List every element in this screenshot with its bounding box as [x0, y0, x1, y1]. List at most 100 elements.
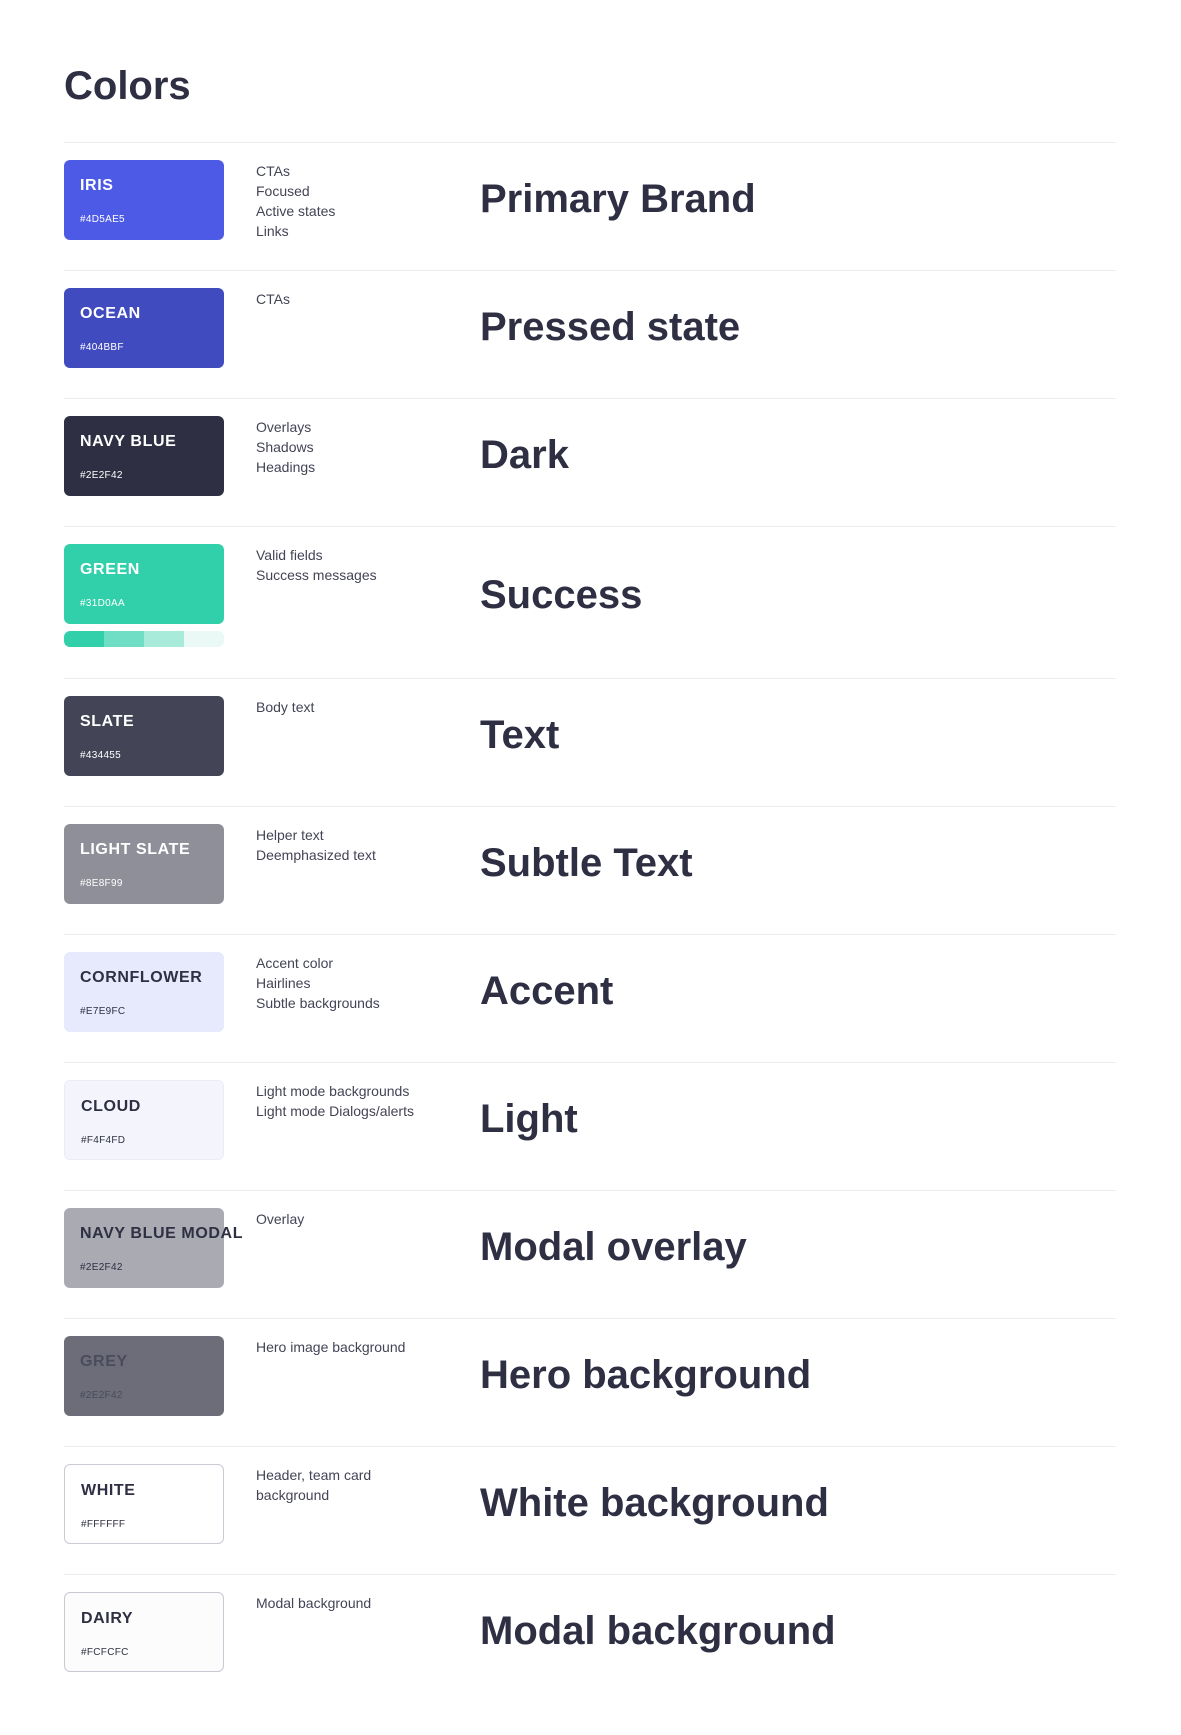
swatch-hex: #2E2F42 — [80, 1262, 123, 1273]
color-swatch: NAVY BLUE #2E2F42 — [64, 416, 224, 496]
color-list: IRIS #4D5AE5 CTAs Focused Active states Links… — [64, 142, 1116, 1702]
color-row: NAVY BLUE #2E2F42 Overlays Shadows Headings D… — [64, 398, 1116, 526]
usage-list: Helper text Deemphasized text — [256, 825, 376, 865]
swatch-name: NAVY BLUE — [80, 433, 177, 450]
usage-item: Light mode backgrounds — [256, 1083, 410, 1099]
usage-item: Header, team card — [256, 1467, 372, 1483]
swatch-hex: #2E2F42 — [80, 470, 123, 481]
usage-item: Deemphasized text — [256, 847, 376, 863]
swatch-hex: #8E8F99 — [80, 878, 123, 889]
swatch-name: GREEN — [80, 561, 140, 578]
tint-step — [104, 631, 144, 647]
swatch-name: CLOUD — [81, 1098, 141, 1115]
usage-item: background — [256, 1487, 330, 1503]
color-swatch: WHITE #FFFFFF — [64, 1464, 224, 1544]
color-row: OCEAN #404BBF CTAs Pressed state — [64, 270, 1116, 398]
usage-item: CTAs — [256, 163, 290, 179]
color-row: CORNFLOWER #E7E9FC Accent color Hairlines Su… — [64, 934, 1116, 1062]
usage-item: Body text — [256, 699, 315, 715]
swatch-name: WHITE — [81, 1482, 136, 1499]
color-role: Primary Brand — [480, 176, 756, 221]
usage-list: Valid fields Success messages — [256, 545, 377, 585]
swatch-hex: #4D5AE5 — [80, 214, 125, 225]
swatch-hex: #F4F4FD — [81, 1135, 126, 1146]
usage-item: Success messages — [256, 567, 377, 583]
color-role: Success — [480, 572, 643, 617]
swatch-hex: #404BBF — [80, 342, 124, 353]
color-swatch: GREEN #31D0AA — [64, 544, 224, 624]
swatch-name: GREY — [80, 1353, 128, 1370]
usage-list: Body text — [256, 697, 314, 717]
tint-scale — [64, 631, 224, 647]
usage-list: Hero image background — [256, 1337, 405, 1357]
usage-list: CTAs — [256, 289, 290, 309]
swatch-hex: #FCFCFC — [81, 1647, 129, 1658]
tint-step — [184, 631, 224, 647]
color-role: Modal background — [480, 1608, 836, 1653]
color-swatch: DAIRY #FCFCFC — [64, 1592, 224, 1672]
color-row: GREEN #31D0AA Valid fields Success messages… — [64, 526, 1116, 678]
usage-item: Active states — [256, 203, 336, 219]
usage-item: Headings — [256, 459, 316, 475]
usage-list: Light mode backgrounds Light mode Dialogs… — [256, 1081, 414, 1121]
usage-item: Hero image background — [256, 1339, 406, 1355]
color-swatch: IRIS #4D5AE5 — [64, 160, 224, 240]
color-swatch: CLOUD #F4F4FD — [64, 1080, 224, 1160]
color-swatch: CORNFLOWER #E7E9FC — [64, 952, 224, 1032]
swatch-name: LIGHT SLATE — [80, 841, 191, 858]
usage-item: Shadows — [256, 439, 314, 455]
usage-item: Accent color — [256, 955, 334, 971]
swatch-hex: #2E2F42 — [80, 1390, 123, 1401]
color-role: Text — [480, 712, 560, 757]
usage-item: Links — [256, 223, 289, 239]
color-swatch: LIGHT SLATE #8E8F99 — [64, 824, 224, 904]
swatch-hex: #E7E9FC — [80, 1006, 126, 1017]
color-role: Subtle Text — [480, 840, 693, 885]
color-row: GREY #2E2F42 Hero image background Hero bac… — [64, 1318, 1116, 1446]
color-row: LIGHT SLATE #8E8F99 Helper text Deemphasize… — [64, 806, 1116, 934]
swatch-name: SLATE — [80, 713, 135, 730]
color-role: Pressed state — [480, 304, 741, 349]
usage-list: Header, team card background — [256, 1465, 371, 1505]
usage-item: Helper text — [256, 827, 324, 843]
usage-list: Overlays Shadows Headings — [256, 417, 315, 477]
swatch-name: DAIRY — [81, 1610, 134, 1627]
usage-item: Overlay — [256, 1211, 305, 1227]
usage-item: Subtle backgrounds — [256, 995, 380, 1011]
usage-item: Valid fields — [256, 547, 323, 563]
color-swatch: GREY #2E2F42 — [64, 1336, 224, 1416]
swatch-hex: #434455 — [80, 750, 122, 761]
color-swatch: NAVY BLUE MODAL #2E2F42 — [64, 1208, 242, 1288]
swatch-hex: #31D0AA — [80, 598, 125, 609]
tint-step — [144, 631, 184, 647]
swatch-name: IRIS — [80, 177, 114, 194]
color-swatch: OCEAN #404BBF — [64, 288, 224, 368]
usage-item: CTAs — [256, 291, 290, 307]
color-role: Hero background — [480, 1352, 812, 1397]
usage-item: Light mode Dialogs/alerts — [256, 1103, 414, 1119]
color-row: CLOUD #F4F4FD Light mode backgrounds Light … — [64, 1062, 1116, 1190]
color-role: Dark — [480, 432, 569, 477]
usage-item: Focused — [256, 183, 310, 199]
swatch-name: OCEAN — [80, 305, 141, 322]
color-swatch: SLATE #434455 — [64, 696, 224, 776]
usage-item: Overlays — [256, 419, 312, 435]
usage-list: Modal background — [256, 1593, 371, 1613]
swatch-name: NAVY BLUE MODAL — [80, 1225, 244, 1242]
color-row: DAIRY #FCFCFC Modal background Modal backgr… — [64, 1574, 1116, 1702]
color-role: Modal overlay — [480, 1224, 747, 1269]
usage-item: Hairlines — [256, 975, 311, 991]
usage-item: Modal background — [256, 1595, 372, 1611]
color-role: White background — [480, 1480, 829, 1525]
color-row: WHITE #FFFFFF Header, team card background W… — [64, 1446, 1116, 1574]
usage-list: Accent color Hairlines Subtle backgrounds — [256, 953, 380, 1013]
swatch-name: CORNFLOWER — [80, 969, 203, 986]
color-role: Light — [480, 1096, 578, 1141]
tint-step — [64, 631, 104, 647]
color-role: Accent — [480, 968, 614, 1013]
usage-list: CTAs Focused Active states Links — [256, 161, 335, 241]
page-title: Colors — [64, 64, 191, 108]
swatch-hex: #FFFFFF — [81, 1519, 126, 1530]
color-row: IRIS #4D5AE5 CTAs Focused Active states Links… — [64, 142, 1116, 270]
usage-list: Overlay — [256, 1209, 304, 1229]
